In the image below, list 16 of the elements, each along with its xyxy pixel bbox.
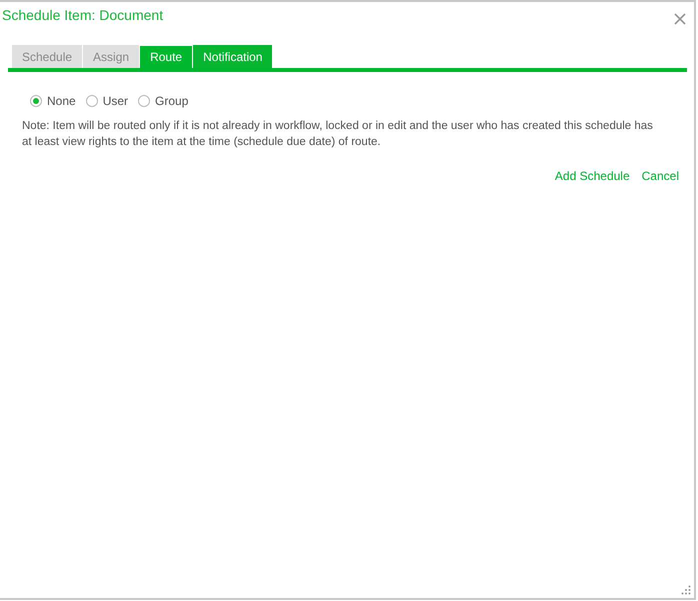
resize-grip-icon[interactable]	[681, 585, 691, 595]
tab[interactable]: Assign	[83, 45, 140, 68]
action-link[interactable]: Cancel	[642, 169, 679, 183]
radio-icon[interactable]	[30, 95, 42, 107]
tab[interactable]: Schedule	[12, 45, 82, 68]
tab[interactable]: Notification	[193, 45, 272, 68]
tab[interactable]: Route	[140, 45, 192, 68]
window-title: Schedule Item: Document	[2, 7, 164, 23]
close-icon[interactable]	[674, 13, 686, 25]
radio-option[interactable]: User	[86, 94, 128, 108]
radio-option[interactable]: None	[30, 94, 76, 108]
radio-icon[interactable]	[138, 95, 150, 107]
action-link[interactable]: Add Schedule	[554, 169, 630, 183]
note-text: Note: Item will be routed only if it is not already in workflow, locked or in edit and the user who has created this schedule has at least view rights to the item at the time (schedule due date) of route.	[21, 119, 654, 150]
radio-icon[interactable]	[86, 95, 98, 107]
radio-option[interactable]: Group	[138, 94, 188, 108]
